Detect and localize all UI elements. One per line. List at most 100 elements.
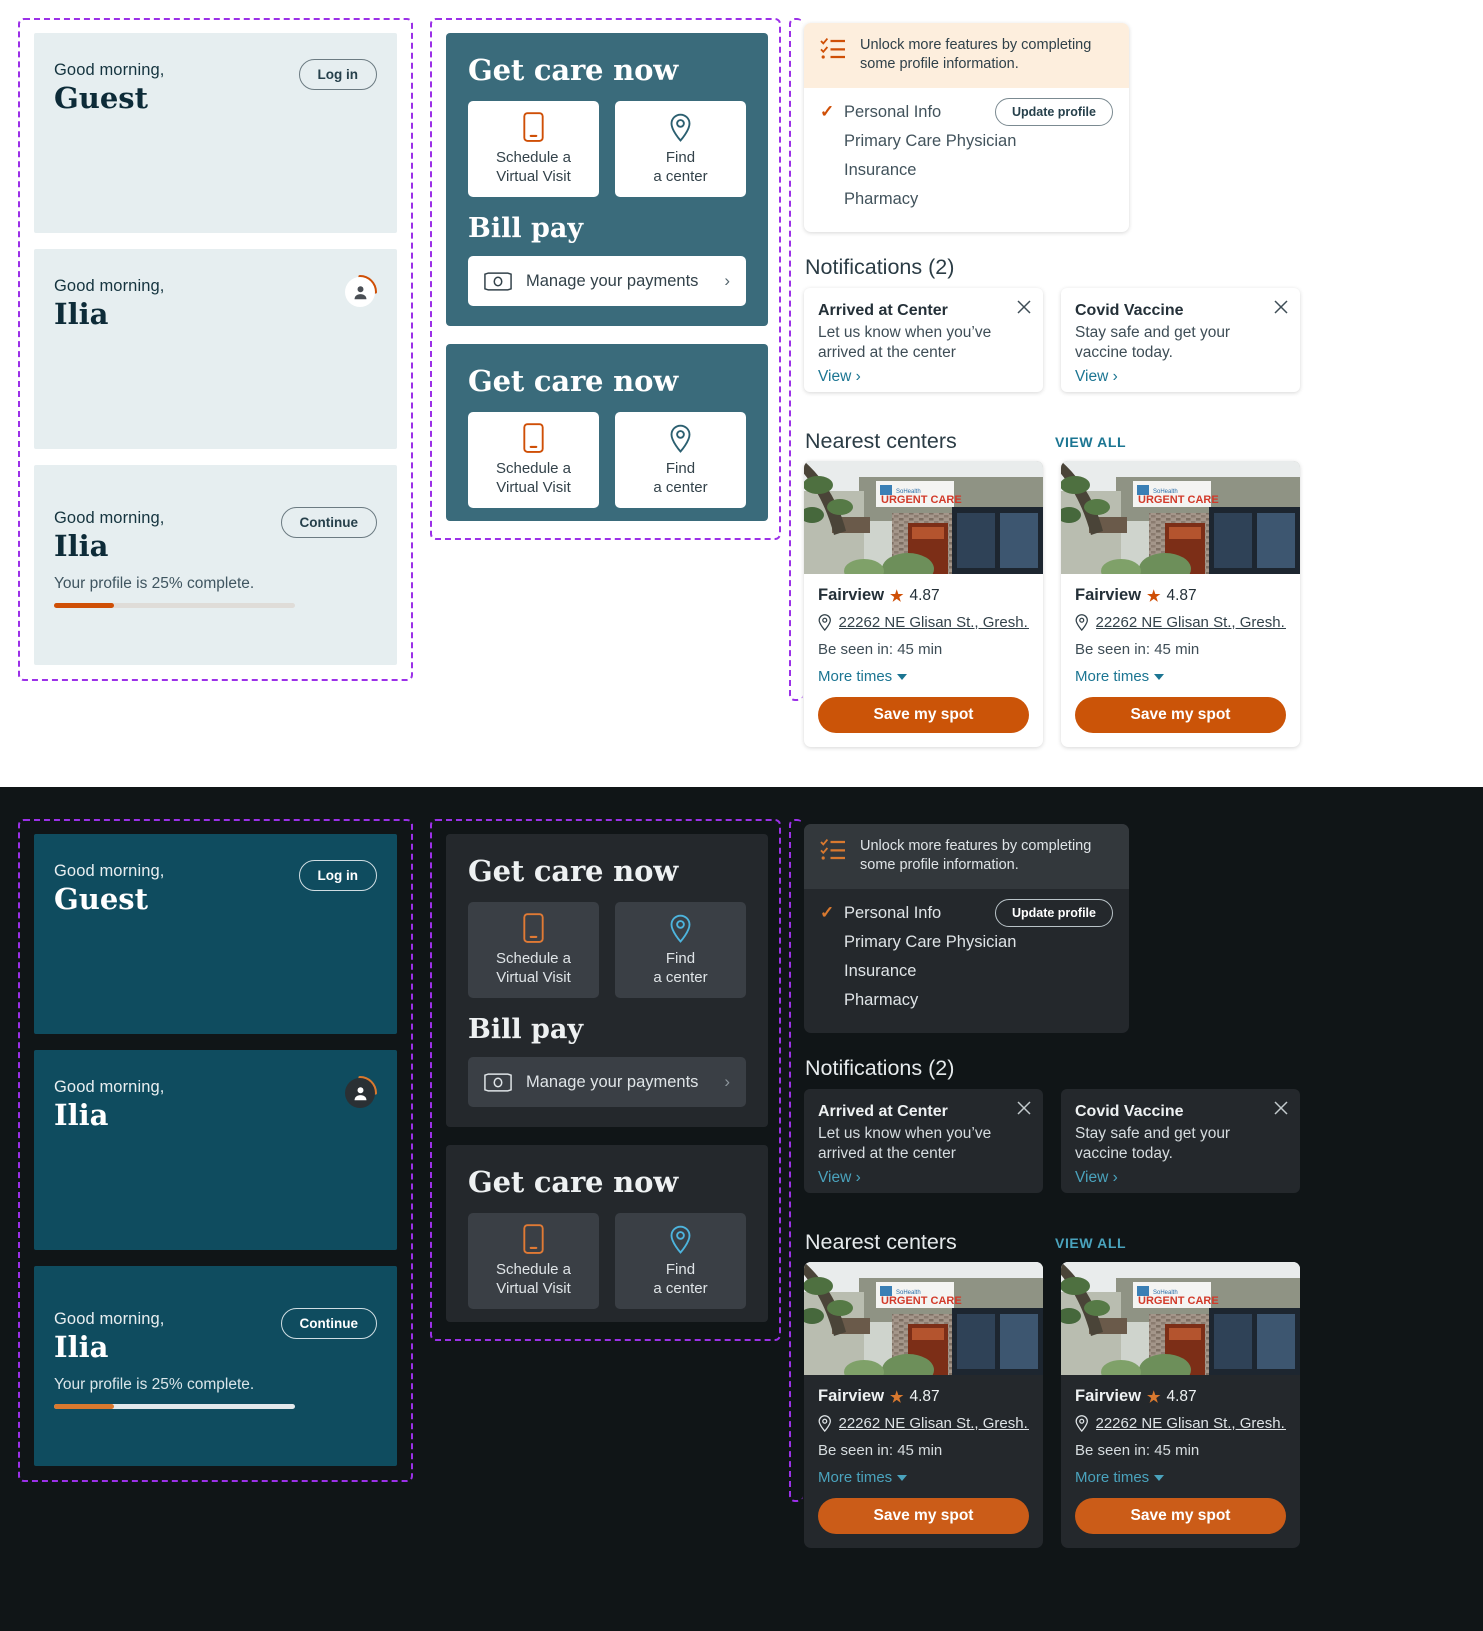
save-my-spot-button[interactable]: Save my spot <box>818 697 1029 733</box>
center-name: Fairview <box>1075 586 1142 604</box>
center-address: 22262 NE Glisan St., Gresh... <box>1095 614 1287 631</box>
center-address: 22262 NE Glisan St., Gresh... <box>838 1415 1030 1432</box>
tile-line-1: Find <box>665 149 696 167</box>
body-line-1: Let us know when you’ve <box>818 324 992 341</box>
manage-payments-row[interactable]: Manage your payments › <box>468 256 746 306</box>
body-line-2: vaccine today. <box>1075 1145 1173 1163</box>
greeting-card-guest: Good morning, Guest Log in <box>34 834 397 1034</box>
profile-progress-bar <box>54 1404 295 1410</box>
location-pin-icon <box>670 424 691 454</box>
more-times-label: More times <box>818 1469 893 1486</box>
profile-item-primary-care-physician[interactable]: ✓ Primary Care Physician <box>820 928 1113 957</box>
notification-view-link[interactable]: View › <box>818 368 861 386</box>
greeting-name: Ilia <box>54 297 109 332</box>
greeting-text-block: Good morning, Ilia <box>54 275 164 331</box>
notification-body: Stay safe and get your vaccine today. <box>1075 323 1286 363</box>
close-icon[interactable] <box>1273 1100 1289 1116</box>
location-pin-icon <box>1075 614 1088 631</box>
save-my-spot-button[interactable]: Save my spot <box>1075 697 1286 733</box>
more-times-link[interactable]: More times <box>1075 668 1286 685</box>
profile-item-insurance[interactable]: ✓ Insurance <box>820 156 1113 185</box>
save-my-spot-button[interactable]: Save my spot <box>818 1498 1029 1534</box>
center-address-row[interactable]: 22262 NE Glisan St., Gresh... <box>1075 614 1286 631</box>
center-address: 22262 NE Glisan St., Gresh... <box>838 614 1030 631</box>
find-a-center-label: Find a center <box>653 950 707 987</box>
profile-progress-text: Your profile is 25% complete. <box>54 575 255 593</box>
schedule-virtual-visit-tile[interactable]: Schedule a Virtual Visit <box>468 412 599 508</box>
continue-button[interactable]: Continue <box>280 1308 377 1339</box>
get-care-now-title: Get care now <box>468 1165 678 1199</box>
phone-icon <box>523 112 544 143</box>
tile-line-1: Schedule a <box>495 149 572 167</box>
center-info: Fairview ★ 4.87 22262 NE Glisan St., Gre… <box>804 574 1043 747</box>
close-icon[interactable] <box>1273 299 1289 315</box>
dark-theme-section: Good morning, Guest Log in Good morning,… <box>0 787 1483 1631</box>
notification-view-link[interactable]: View › <box>1075 1169 1118 1187</box>
notification-title: Covid Vaccine <box>1075 302 1184 319</box>
more-times-link[interactable]: More times <box>1075 1469 1286 1486</box>
more-times-link[interactable]: More times <box>818 668 1029 685</box>
banner-line-2: some profile information. <box>860 857 1019 874</box>
tile-line-2: a center <box>653 1279 708 1297</box>
continue-button[interactable]: Continue <box>280 507 377 538</box>
center-address-row[interactable]: 22262 NE Glisan St., Gresh... <box>818 614 1029 631</box>
close-icon[interactable] <box>1016 299 1032 315</box>
tile-line-1: Schedule a <box>495 1261 572 1279</box>
find-a-center-tile[interactable]: Find a center <box>615 412 746 508</box>
manage-payments-row[interactable]: Manage your payments › <box>468 1057 746 1107</box>
get-care-now-card: Get care now Schedule a Virtual Visit Fi… <box>446 834 768 1127</box>
location-pin-icon <box>670 1225 691 1255</box>
find-a-center-tile[interactable]: Find a center <box>615 1213 746 1309</box>
schedule-virtual-visit-tile[interactable]: Schedule a Virtual Visit <box>468 101 599 197</box>
center-info: Fairview ★ 4.87 22262 NE Glisan St., Gre… <box>804 1375 1043 1548</box>
close-icon[interactable] <box>1016 1100 1032 1116</box>
center-info: Fairview ★ 4.87 22262 NE Glisan St., Gre… <box>1061 574 1300 747</box>
profile-item-pharmacy[interactable]: ✓ Pharmacy <box>820 185 1113 214</box>
view-all-link[interactable]: VIEW ALL <box>1055 434 1126 450</box>
save-my-spot-button[interactable]: Save my spot <box>1075 1498 1286 1534</box>
avatar[interactable] <box>343 275 377 309</box>
find-a-center-tile[interactable]: Find a center <box>615 902 746 998</box>
center-photo: SoHealth URGENT CARE <box>804 1262 1043 1375</box>
center-card: SoHealth URGENT CARE Fairview ★ 4.87 222… <box>1061 461 1300 747</box>
update-profile-button[interactable]: Update profile <box>994 898 1113 927</box>
find-a-center-tile[interactable]: Find a center <box>615 101 746 197</box>
profile-item-primary-care-physician[interactable]: ✓ Primary Care Physician <box>820 127 1113 156</box>
care-tiles: Schedule a Virtual Visit Find a center <box>468 1213 746 1309</box>
schedule-virtual-visit-tile[interactable]: Schedule a Virtual Visit <box>468 1213 599 1309</box>
greeting-text-block: Good morning, Ilia <box>54 1308 164 1364</box>
greeting-row: Good morning, Ilia <box>54 275 377 331</box>
schedule-virtual-visit-label: Schedule a Virtual Visit <box>496 950 571 987</box>
urgent-care-storefront-image: SoHealth URGENT CARE <box>1061 461 1300 574</box>
greeting-name: Guest <box>54 81 149 116</box>
notification-view-link[interactable]: View › <box>1075 368 1118 386</box>
center-address: 22262 NE Glisan St., Gresh... <box>1095 1415 1287 1432</box>
body-line-1: Stay safe and get your <box>1075 324 1231 341</box>
profile-completion-card: Unlock more features by completing some … <box>804 824 1129 1033</box>
schedule-virtual-visit-tile[interactable]: Schedule a Virtual Visit <box>468 902 599 998</box>
log-in-button[interactable]: Log in <box>298 860 377 891</box>
greeting-card-user: Good morning, Ilia <box>34 1050 397 1250</box>
get-care-now-title: Get care now <box>468 854 678 888</box>
avatar[interactable] <box>343 1076 377 1110</box>
more-times-link[interactable]: More times <box>818 1469 1029 1486</box>
profile-item-pharmacy[interactable]: ✓ Pharmacy <box>820 986 1113 1015</box>
location-pin-icon <box>818 1415 831 1432</box>
center-address-row[interactable]: 22262 NE Glisan St., Gresh... <box>818 1415 1029 1432</box>
profile-item-insurance[interactable]: ✓ Insurance <box>820 957 1113 986</box>
profile-progress-text: Your profile is 25% complete. <box>54 1376 255 1394</box>
center-address-row[interactable]: 22262 NE Glisan St., Gresh... <box>1075 1415 1286 1432</box>
log-in-button[interactable]: Log in <box>298 59 377 90</box>
update-profile-button[interactable]: Update profile <box>994 97 1113 126</box>
notification-view-link[interactable]: View › <box>818 1169 861 1187</box>
schedule-virtual-visit-label: Schedule a Virtual Visit <box>496 149 571 186</box>
view-all-link[interactable]: VIEW ALL <box>1055 1235 1126 1251</box>
nearest-centers-heading: Nearest centers <box>805 429 957 453</box>
avatar-circle <box>345 1078 375 1108</box>
location-pin-icon <box>670 113 691 143</box>
notification-card-covid: Covid Vaccine Stay safe and get your vac… <box>1061 1089 1300 1193</box>
banner-line-1: Unlock more features by completing <box>860 838 1092 854</box>
profile-completion-card: Unlock more features by completing some … <box>804 23 1129 232</box>
annotation-frame-rail <box>789 819 803 1502</box>
profile-banner-text: Unlock more features by completing some … <box>860 36 1091 75</box>
